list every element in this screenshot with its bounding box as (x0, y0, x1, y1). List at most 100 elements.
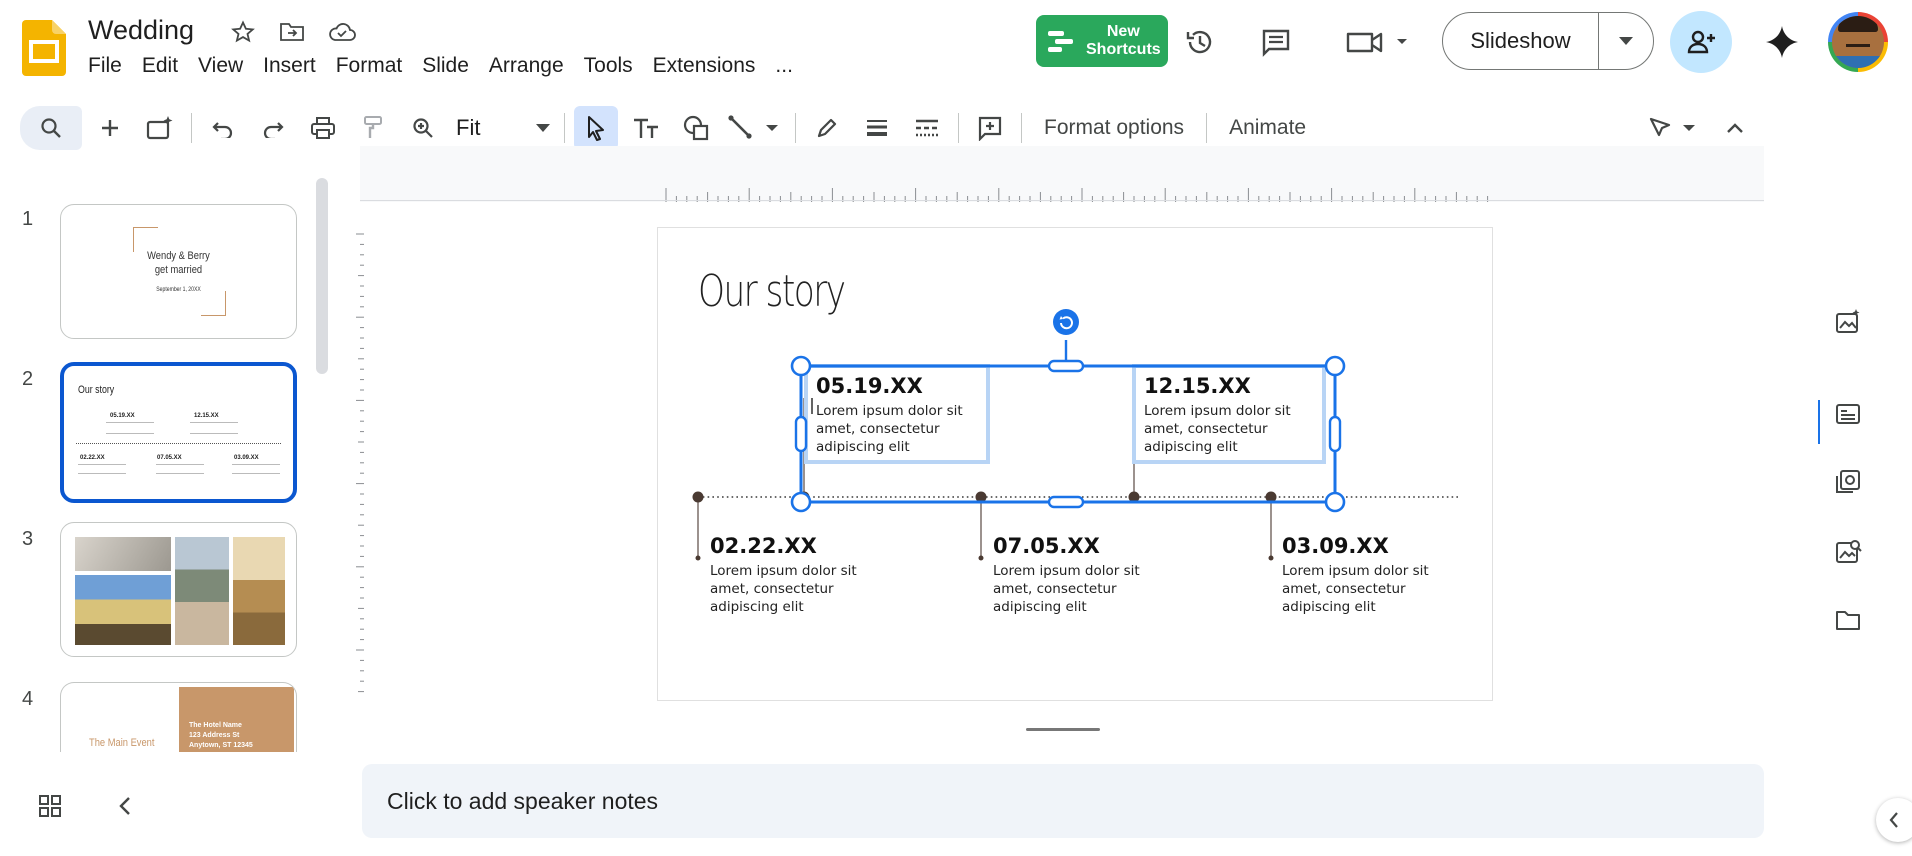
comments-icon[interactable] (1254, 20, 1298, 64)
undo-button[interactable] (201, 106, 245, 150)
ruler-border (360, 200, 1764, 201)
zoom-icon (413, 118, 433, 138)
thumb-address-line: 123 Address St (189, 732, 240, 739)
zoom-value: Fit (456, 115, 481, 140)
selection-box[interactable] (658, 228, 1492, 700)
slide-thumbnail-4[interactable]: The Main Event The Hotel Name 123 Addres… (60, 682, 297, 752)
thumb-title-line: get married (154, 264, 203, 276)
speaker-notes-panel-icon[interactable] (1826, 392, 1870, 436)
shapes-icon (683, 115, 709, 141)
new-slide-with-layout-button[interactable] (138, 106, 182, 150)
zoom-select[interactable]: Fit (448, 108, 558, 148)
slide-thumbnail-2[interactable]: Our story 05.19.XX 12.15.XX 02.22.XX 07.… (60, 362, 297, 503)
gemini-sparkle-icon[interactable] (1760, 20, 1804, 64)
add-comment-icon (978, 116, 1002, 141)
slide-thumbnail-1[interactable]: Wendy & Berry get married September 1, 2… (60, 204, 297, 339)
account-avatar[interactable] (1828, 12, 1888, 72)
paint-format-icon (364, 116, 382, 138)
menu-format[interactable]: Format (326, 51, 413, 81)
new-shortcuts-line2: Shortcuts (1086, 41, 1161, 58)
grid-view-icon[interactable] (28, 784, 72, 828)
cloud-saved-icon[interactable] (328, 18, 356, 46)
thumb-date: 05.19.XX (110, 413, 135, 419)
share-button[interactable] (1670, 11, 1732, 73)
border-weight-icon (867, 120, 887, 136)
animate-button[interactable]: Animate (1213, 116, 1322, 140)
text-box-button[interactable] (624, 106, 668, 150)
expand-side-panel-button[interactable] (1876, 798, 1912, 842)
border-dash-button[interactable] (905, 106, 949, 150)
slideshow-button[interactable]: Slideshow (1443, 13, 1599, 69)
slideshow-group: Slideshow (1442, 12, 1654, 70)
line-icon (728, 115, 778, 139)
zoom-button[interactable] (401, 106, 445, 150)
photos-icon[interactable] (1826, 460, 1870, 504)
menu-bar: File Edit View Insert Format Slide Arran… (78, 50, 803, 82)
photo-field (75, 575, 171, 645)
meet-camera-icon[interactable] (1340, 20, 1414, 64)
thumb-date: 12.15.XX (194, 413, 219, 419)
slideshow-dropdown-button[interactable] (1599, 13, 1653, 69)
vertical-ruler[interactable] (356, 230, 364, 700)
generate-image-icon[interactable] (1826, 300, 1870, 344)
thumb-address-line: The Hotel Name (189, 722, 242, 729)
redo-icon (263, 122, 284, 138)
photo-bench (233, 537, 285, 645)
chevron-down-icon (1619, 37, 1633, 45)
thumb-date: 03.09.XX (234, 455, 259, 461)
slide-number: 2 (22, 368, 34, 390)
collapse-filmstrip-icon[interactable] (103, 784, 147, 828)
slides-logo-icon[interactable] (22, 20, 66, 76)
menu-extensions[interactable]: Extensions (643, 51, 766, 81)
speaker-notes[interactable]: Click to add speaker notes (362, 764, 1764, 838)
editing-mode-button[interactable] (1643, 106, 1707, 150)
new-slide-button[interactable] (88, 106, 132, 150)
collapse-toolbar-button[interactable] (1713, 106, 1757, 150)
menu-slide[interactable]: Slide (412, 51, 479, 81)
document-title[interactable]: Wedding (88, 12, 194, 48)
thumb-subtitle: September 1, 20XX (156, 287, 201, 293)
select-tool-button[interactable] (574, 106, 618, 150)
line-button[interactable] (724, 106, 786, 150)
menu-more[interactable]: ... (765, 51, 803, 81)
menu-edit[interactable]: Edit (132, 51, 188, 81)
paint-format-button[interactable] (351, 106, 395, 150)
folder-icon[interactable] (1826, 598, 1870, 642)
shortcuts-icon (1048, 31, 1073, 52)
image-search-icon[interactable] (1826, 530, 1870, 574)
insert-comment-button[interactable] (968, 106, 1012, 150)
menu-arrange[interactable]: Arrange (479, 51, 574, 81)
menu-view[interactable]: View (188, 51, 253, 81)
slide-thumbnail-3[interactable] (60, 522, 297, 657)
menu-insert[interactable]: Insert (253, 51, 326, 81)
thumb-address-line: Anytown, ST 12345 (189, 742, 253, 749)
border-dash-icon (916, 119, 938, 137)
format-options-button[interactable]: Format options (1028, 116, 1200, 140)
search-menus-button[interactable] (20, 106, 82, 150)
photo-couple (175, 537, 229, 645)
thumb-date: 02.22.XX (80, 455, 105, 461)
menu-tools[interactable]: Tools (574, 51, 643, 81)
slide-number: 3 (22, 528, 34, 550)
border-weight-button[interactable] (855, 106, 899, 150)
filmstrip-scrollbar[interactable] (316, 178, 328, 374)
menu-file[interactable]: File (78, 51, 132, 81)
search-icon (41, 118, 61, 138)
star-icon[interactable] (229, 18, 257, 46)
side-panel-active-marker (1818, 400, 1820, 444)
add-person-icon (1687, 30, 1715, 54)
notes-resize-handle[interactable] (1026, 728, 1100, 731)
print-button[interactable] (301, 106, 345, 150)
slide-2-editor[interactable]: Our story 05.19.XX Lorem ipsum dolor sit… (658, 228, 1492, 700)
undo-icon (212, 122, 233, 138)
shape-button[interactable] (674, 106, 718, 150)
border-color-button[interactable] (805, 106, 849, 150)
redo-button[interactable] (251, 106, 295, 150)
photo-hands (75, 537, 171, 571)
version-history-icon[interactable] (1178, 20, 1222, 64)
cursor-arrow-icon (588, 116, 604, 141)
thumb-title: Our story (78, 384, 115, 396)
move-folder-icon[interactable] (278, 18, 306, 46)
thumb-timeline (76, 443, 281, 444)
new-shortcuts-button[interactable]: New Shortcuts (1036, 15, 1168, 67)
